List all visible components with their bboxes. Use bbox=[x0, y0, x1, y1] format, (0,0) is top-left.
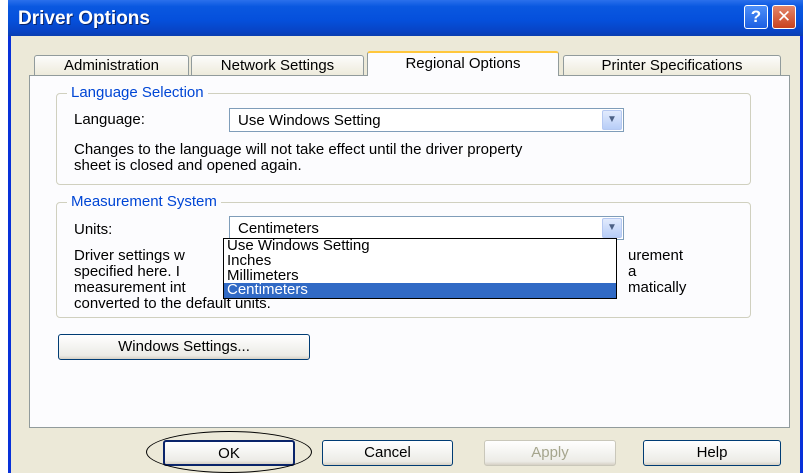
help-title-button[interactable]: ? bbox=[744, 5, 768, 29]
tab-administration[interactable]: Administration bbox=[34, 55, 189, 77]
units-option-windows-setting[interactable]: Use Windows Setting bbox=[224, 238, 616, 254]
units-value: Centimeters bbox=[238, 220, 319, 237]
measurement-system-legend: Measurement System bbox=[67, 193, 221, 210]
units-option-centimeters[interactable]: Centimeters bbox=[224, 282, 616, 298]
tab-regional-options[interactable]: Regional Options bbox=[367, 51, 559, 76]
units-note-line1-end: urement bbox=[628, 247, 684, 264]
language-label: Language: bbox=[74, 111, 145, 128]
windows-settings-button[interactable]: Windows Settings... bbox=[58, 334, 310, 360]
units-note-line3-end: matically bbox=[628, 279, 687, 296]
chevron-down-icon[interactable]: ▼ bbox=[602, 110, 622, 130]
units-label: Units: bbox=[74, 221, 113, 238]
language-value: Use Windows Setting bbox=[238, 112, 381, 129]
language-note-line1: Changes to the language will not take ef… bbox=[74, 141, 523, 158]
close-icon[interactable]: ✕ bbox=[772, 5, 796, 29]
cancel-button[interactable]: Cancel bbox=[322, 440, 453, 466]
units-note-right: urement a matically bbox=[628, 248, 686, 296]
language-combobox[interactable]: Use Windows Setting ▼ bbox=[229, 108, 624, 132]
units-note-line2-end: a bbox=[628, 263, 637, 280]
tab-network-settings[interactable]: Network Settings bbox=[191, 55, 364, 77]
help-button[interactable]: Help bbox=[643, 440, 781, 466]
ok-button[interactable]: OK bbox=[163, 440, 295, 466]
language-note: Changes to the language will not take ef… bbox=[74, 142, 522, 174]
units-dropdown-list[interactable]: Use Windows Setting Inches Millimeters C… bbox=[223, 238, 617, 299]
title-bar[interactable]: Driver Options ? ✕ bbox=[8, 0, 803, 36]
chevron-down-icon[interactable]: ▼ bbox=[602, 218, 622, 238]
language-selection-legend: Language Selection bbox=[67, 84, 208, 101]
window-title: Driver Options bbox=[18, 8, 150, 29]
tab-printer-specifications[interactable]: Printer Specifications bbox=[563, 55, 781, 77]
language-note-line2: sheet is closed and opened again. bbox=[74, 157, 302, 174]
apply-button: Apply bbox=[484, 440, 616, 466]
